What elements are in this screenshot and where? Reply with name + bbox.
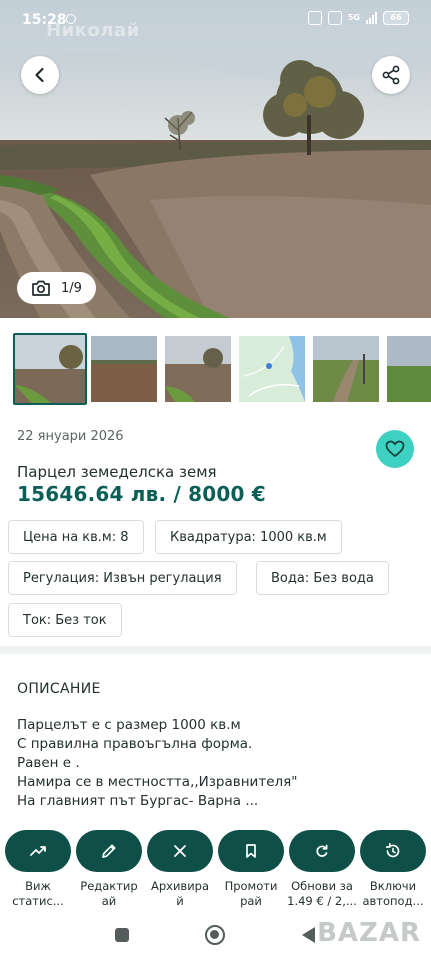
description-line: Равен е . xyxy=(17,755,80,771)
battery-icon: 66 xyxy=(383,11,409,25)
alarm-off-icon xyxy=(307,11,322,25)
chip-area: Квадратура: 1000 кв.м xyxy=(155,520,342,554)
chip-regulation: Регулация: Извън регулация xyxy=(8,561,237,595)
refresh-icon xyxy=(316,844,328,857)
view-stats-label: Виж статис... xyxy=(12,879,64,908)
promote-action[interactable]: Промоти рай xyxy=(216,830,286,909)
thumbnail-6[interactable] xyxy=(387,336,431,402)
thumbnail-image xyxy=(165,336,231,402)
bazar-watermark: BAZAR xyxy=(317,918,421,948)
thumbnail-2[interactable] xyxy=(91,336,157,402)
listing-title: Парцел земеделска земя xyxy=(17,463,217,481)
listing-date: 22 януари 2026 xyxy=(17,429,124,444)
volte-icon xyxy=(327,11,342,25)
auto-renew-icon xyxy=(385,842,400,858)
map-thumbnail xyxy=(239,336,305,402)
thumbnail-image xyxy=(313,336,379,402)
auto-renew-action[interactable]: Включи автопод... xyxy=(358,830,428,909)
view-stats-action[interactable]: Виж статис... xyxy=(3,830,73,909)
action-bar: Виж статис... Редактир ай Архивира й Промот… xyxy=(0,820,431,920)
auto-renew-label: Включи автопод... xyxy=(362,879,424,908)
notification-icons xyxy=(66,14,76,24)
chevron-left-icon xyxy=(35,67,44,83)
back-nav-button[interactable] xyxy=(302,927,315,943)
share-button[interactable] xyxy=(372,56,410,94)
thumbnail-image xyxy=(15,335,85,403)
section-divider xyxy=(0,646,431,654)
network-type: 5G xyxy=(347,13,360,22)
archive-action[interactable]: Архивира й xyxy=(145,830,215,909)
system-nav-bar: BAZAR xyxy=(0,918,431,960)
refresh-action[interactable]: Обнови за 1.49 € / 2,... xyxy=(287,830,357,909)
listing-price: 15646.64 лв. / 8000 € xyxy=(17,482,266,506)
chip-price-per-sqm: Цена на кв.м: 8 xyxy=(8,520,144,554)
pencil-icon xyxy=(102,844,116,858)
bookmark-icon xyxy=(246,844,256,858)
description-line: Парцелът е с размер 1000 кв.м xyxy=(17,717,241,733)
promote-label: Промоти рай xyxy=(224,879,278,908)
photo-counter[interactable]: 1/9 xyxy=(17,272,96,304)
home-button[interactable] xyxy=(205,925,225,945)
thumbnail-5[interactable] xyxy=(313,336,379,402)
description-text: Парцелът е с размер 1000 кв.м С правилна… xyxy=(17,716,297,811)
share-icon xyxy=(382,65,400,85)
field-photo xyxy=(0,0,431,318)
description-heading: ОПИСАНИЕ xyxy=(17,681,101,697)
archive-button[interactable] xyxy=(147,830,213,872)
chip-water: Вода: Без вода xyxy=(256,561,389,595)
notification-icon xyxy=(66,14,76,24)
auto-renew-button[interactable] xyxy=(360,830,426,872)
hero-photo[interactable]: 1/9 xyxy=(0,0,431,318)
edit-button[interactable] xyxy=(76,830,142,872)
thumbnail-strip[interactable] xyxy=(0,333,431,405)
description-line: С правилна правоъгълна форма. xyxy=(17,736,253,752)
camera-icon xyxy=(32,280,50,296)
signal-icon xyxy=(366,12,377,24)
heart-icon xyxy=(385,440,405,457)
thumbnail-1[interactable] xyxy=(13,333,87,405)
close-icon xyxy=(174,845,186,857)
thumbnail-image xyxy=(91,336,157,402)
favorite-button[interactable] xyxy=(376,430,414,468)
trending-up-icon xyxy=(30,846,46,856)
promote-button[interactable] xyxy=(218,830,284,872)
archive-label: Архивира й xyxy=(150,879,210,908)
recents-button[interactable] xyxy=(115,928,129,942)
photo-counter-text: 1/9 xyxy=(61,280,82,296)
chip-electricity: Ток: Без ток xyxy=(8,603,122,637)
thumbnail-3[interactable] xyxy=(165,336,231,402)
thumbnail-4-map[interactable] xyxy=(239,336,305,402)
refresh-label: Обнови за 1.49 € / 2,... xyxy=(287,879,357,908)
refresh-button[interactable] xyxy=(289,830,355,872)
status-bar: Николай 15:28 5G 66 xyxy=(0,0,431,41)
edit-label: Редактир ай xyxy=(80,879,138,908)
edit-action[interactable]: Редактир ай xyxy=(74,830,144,909)
view-stats-button[interactable] xyxy=(5,830,71,872)
description-line: Намира се в местността,,Изравнителя" xyxy=(17,774,298,790)
status-time: 15:28 xyxy=(22,12,67,28)
description-line: На главният път Бургас- Варна ... xyxy=(17,793,259,809)
back-button[interactable] xyxy=(21,56,59,94)
status-right-icons: 5G 66 xyxy=(307,11,409,25)
thumbnail-image xyxy=(387,336,431,402)
